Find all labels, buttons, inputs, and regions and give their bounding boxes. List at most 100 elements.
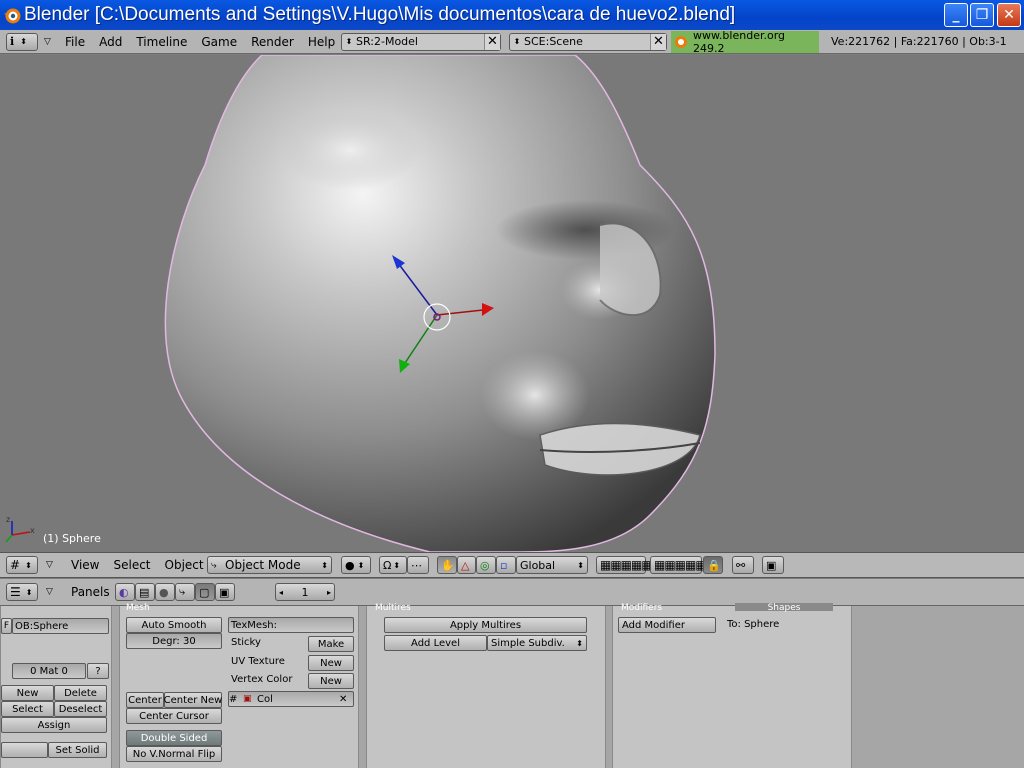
menu-render[interactable]: Render [244,35,301,49]
blender-logo-icon [675,36,687,48]
hand-manipulator-icon[interactable]: ✋ [437,556,457,574]
menu-help[interactable]: Help [301,35,342,49]
mesh-panel-tab[interactable]: Mesh [126,603,150,613]
multires-panel-tab[interactable]: Multires [375,603,411,613]
3d-viewport[interactable]: z x (1) Sphere [0,55,1024,552]
menu-select[interactable]: Select [106,558,157,572]
layer-buttons-right[interactable]: ▦▦▦▦▦ [650,556,707,574]
delete-scene-icon[interactable]: ✕ [650,33,666,50]
menu-game[interactable]: Game [194,35,244,49]
center-button[interactable]: Center [126,692,164,708]
scene-selector[interactable]: ⬍ SCE:Scene ✕ [509,32,667,51]
pivot-selector[interactable]: Ω ⬍ [379,556,407,574]
collapse-triangle-icon[interactable]: ▽ [46,560,60,570]
orientation-selector[interactable]: Global ⬍ [516,556,588,574]
center-new-button[interactable]: Center New [164,692,222,708]
fake-user-toggle[interactable]: F [1,618,12,634]
frame-counter[interactable]: ◂ 1 ▸ [275,583,335,601]
editing-context-icon[interactable]: ▢ [195,583,215,601]
orientation-value[interactable]: Global [520,559,577,572]
sticky-make-button[interactable]: Make [308,636,354,652]
draw-type-selector[interactable]: ● ⬍ [341,556,371,574]
modifiers-panel-tab[interactable]: Modifiers [621,603,662,613]
collapse-triangle-icon[interactable]: ▽ [44,37,58,47]
editor-type-selector-buttons[interactable]: ☰ ⬍ [6,583,38,601]
object-mode-icon: ⤷ [211,559,217,571]
texmesh-field[interactable]: TexMesh: [228,617,354,633]
vertex-color-layer[interactable]: # ▣ Col ✕ [228,691,354,707]
script-context-icon[interactable]: ▤ [135,583,155,601]
modifier-target-label: To: Sphere [727,619,780,630]
sticky-label: Sticky [231,637,261,648]
minimize-button[interactable]: _ [944,3,968,27]
screen-selector[interactable]: ⬍ SR:2-Model ✕ [341,32,501,51]
object-context-icon[interactable]: ⤷ [175,583,195,601]
add-level-button[interactable]: Add Level [384,635,487,651]
material-select-button[interactable]: Select [1,701,54,717]
collapse-triangle-icon[interactable]: ▽ [46,587,60,597]
maximize-button[interactable]: ❐ [970,3,994,27]
link-materials-panel: F OB:Sphere 0 Mat 0 ? New Delete Select … [0,606,112,768]
mode-selector[interactable]: ⤷ Object Mode ⬍ [207,556,332,574]
right-arrow-icon[interactable]: ▸ [327,588,331,597]
editor-type-selector[interactable]: # ⬍ [6,556,38,574]
subdiv-type-value[interactable]: Simple Subdiv. [491,638,565,649]
smooth-degree-field[interactable]: Degr: 30 [126,633,222,649]
vertex-color-new-button[interactable]: New [308,673,354,689]
window-title: Blender [C:\Documents and Settings\V.Hug… [24,4,736,25]
link-icon[interactable]: ⚯ [732,556,754,574]
layer-buttons-left[interactable]: ▦▦▦▦▦ [596,556,653,574]
vertex-color-label: Vertex Color [231,674,293,685]
vertex-color-layer-name[interactable]: Col [257,694,339,705]
updown-arrow-icon: ⬍ [20,37,27,46]
set-solid-button[interactable]: Set Solid [48,742,107,758]
material-deselect-button[interactable]: Deselect [54,701,107,717]
logic-context-icon[interactable]: ◐ [115,583,135,601]
menu-timeline[interactable]: Timeline [129,35,194,49]
menu-view[interactable]: View [64,558,106,572]
close-button[interactable]: ✕ [997,3,1021,27]
panels-label: Panels [71,585,110,599]
lock-icon[interactable]: 🔒 [703,556,723,574]
buttons-window: F OB:Sphere 0 Mat 0 ? New Delete Select … [0,603,1024,768]
material-assign-button[interactable]: Assign [1,717,107,733]
left-arrow-icon[interactable]: ◂ [279,588,283,597]
delete-screen-icon[interactable]: ✕ [484,33,500,50]
add-modifier-menu[interactable]: Add Modifier [618,617,716,633]
screen-field[interactable]: SR:2-Model [356,35,484,48]
menu-object[interactable]: Object [158,558,211,572]
multires-panel: Multires Apply Multires Add Level Simple… [366,603,606,768]
set-smooth-button[interactable] [1,742,48,758]
material-index-field[interactable]: 0 Mat 0 [12,663,86,679]
updown-arrow-icon: ⬍ [513,37,521,46]
translate-manipulator-icon[interactable]: △ [457,556,476,574]
subdiv-type-selector[interactable]: Simple Subdiv. ⬍ [487,635,587,651]
menu-file[interactable]: File [58,35,92,49]
align-icon[interactable]: ⋯ [407,556,429,574]
mode-value[interactable]: Object Mode [225,558,321,572]
pivot-icon: Ω [383,558,392,572]
double-sided-toggle[interactable]: Double Sided [126,730,222,746]
delete-layer-icon[interactable]: ✕ [339,694,353,705]
auto-smooth-button[interactable]: Auto Smooth [126,617,222,633]
uv-texture-new-button[interactable]: New [308,655,354,671]
center-cursor-button[interactable]: Center Cursor [126,708,222,724]
object-name-field[interactable]: OB:Sphere [12,618,109,634]
material-new-button[interactable]: New [1,685,54,701]
frame-value[interactable]: 1 [302,586,309,599]
window-type-selector[interactable]: i ⬍ [6,32,38,51]
rotate-manipulator-icon[interactable]: ◎ [476,556,496,574]
material-help-button[interactable]: ? [87,663,109,679]
draw-type-icon: ● [345,558,355,572]
scale-manipulator-icon[interactable]: ▫ [496,556,516,574]
scene-context-icon[interactable]: ▣ [215,583,235,601]
apply-multires-button[interactable]: Apply Multires [384,617,587,633]
menu-add[interactable]: Add [92,35,129,49]
scene-field[interactable]: SCE:Scene [524,35,650,48]
no-vnormal-flip-toggle[interactable]: No V.Normal Flip [126,746,222,762]
material-delete-button[interactable]: Delete [54,685,107,701]
shading-context-icon[interactable]: ● [155,583,175,601]
shapes-panel-tab[interactable]: Shapes [735,603,833,613]
head-model[interactable] [0,55,1024,552]
render-preview-icon[interactable]: ▣ [762,556,784,574]
